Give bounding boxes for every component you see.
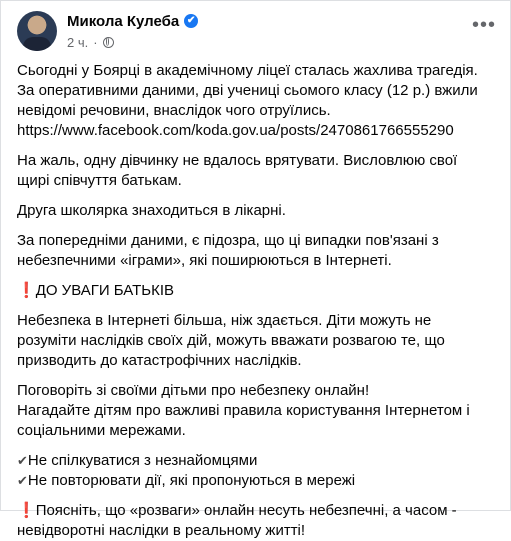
paragraph-4: За попередніми даними, є підозра, що ці … — [17, 232, 439, 269]
paragraph-6: Небезпека в Інтернеті більша, ніж здаєть… — [17, 312, 445, 369]
post-meta: Микола Кулеба ✔ 2 ч. · — [67, 11, 199, 51]
facebook-post: Микола Кулеба ✔ 2 ч. · ••• Сьогодні у Бо… — [0, 0, 511, 539]
separator-dot: · — [93, 34, 98, 50]
paragraph-1: Сьогодні у Боярці в академічному ліцеї с… — [17, 62, 478, 139]
warning-icon: ❗ — [17, 282, 36, 299]
more-options-icon[interactable]: ••• — [472, 15, 496, 35]
paragraph-2: На жаль, одну дівчинку не вдалось врятув… — [17, 152, 458, 189]
paragraph-7: Поговоріть зі своїми дітьми про небезпек… — [17, 382, 470, 439]
post-header: Микола Кулеба ✔ 2 ч. · — [17, 11, 199, 51]
paragraph-8: ❗Поясніть, що «розваги» онлайн несуть не… — [17, 502, 457, 539]
post-body: Сьогодні у Боярці в академічному ліцеї с… — [17, 61, 500, 541]
post-link[interactable]: https://www.facebook.com/koda.gov.ua/pos… — [17, 122, 454, 139]
post-timestamp[interactable]: 2 ч. — [67, 35, 88, 50]
author-avatar[interactable] — [17, 11, 57, 51]
checklist: ✔Не спілкуватися з незнайомцями ✔Не повт… — [17, 452, 356, 489]
author-name[interactable]: Микола Кулеба — [67, 13, 179, 30]
verified-badge-icon: ✔ — [184, 14, 199, 28]
globe-icon[interactable] — [102, 36, 114, 48]
check-icon: ✔ — [17, 473, 28, 488]
paragraph-3: Друга школярка знаходиться в лікарні. — [17, 202, 286, 219]
check-icon: ✔ — [17, 453, 28, 468]
paragraph-5: ❗ДО УВАГИ БАТЬКІВ — [17, 282, 175, 299]
